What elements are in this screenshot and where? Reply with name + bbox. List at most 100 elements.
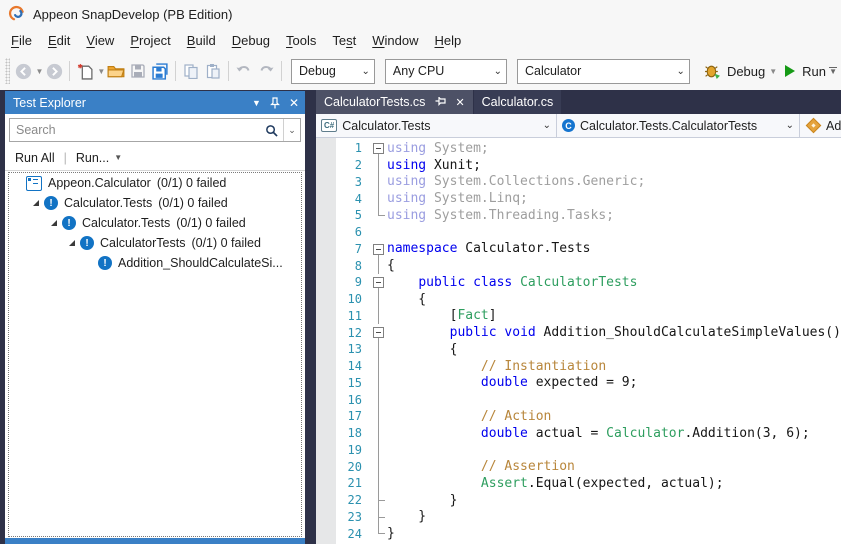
code-line[interactable]: 21 Assert.Equal(expected, actual); <box>336 475 841 492</box>
outline-collapse-icon[interactable] <box>370 274 387 291</box>
menu-debug[interactable]: Debug <box>224 30 278 51</box>
back-dropdown-icon[interactable]: ▼ <box>36 67 44 76</box>
code-line[interactable]: 17 // Action <box>336 408 841 425</box>
code-line[interactable]: 6 <box>336 224 841 241</box>
new-project-icon[interactable] <box>75 60 95 82</box>
menu-tools[interactable]: Tools <box>278 30 324 51</box>
menu-edit[interactable]: Edit <box>40 30 78 51</box>
bug-icon[interactable] <box>703 60 723 82</box>
code-line[interactable]: 23 } <box>336 508 841 526</box>
test-explorer-header[interactable]: Test Explorer ▼ ✕ <box>5 91 305 114</box>
search-options-icon[interactable]: ⌄ <box>283 119 300 141</box>
tab-calculator-cs[interactable]: Calculator.cs <box>473 90 562 114</box>
code-line[interactable]: 11 [Fact] <box>336 307 841 325</box>
expand-arrow-icon[interactable] <box>51 220 57 226</box>
close-icon[interactable]: ✕ <box>455 96 464 109</box>
code-navigation-bar: C# Calculator.Tests ⌄ C Calculator.Tests… <box>316 114 841 138</box>
test-tree-row[interactable]: Appeon.Calculator (0/1) 0 failed <box>9 173 301 193</box>
code-line[interactable]: 8{ <box>336 257 841 274</box>
forward-icon[interactable] <box>44 60 64 82</box>
new-dropdown-icon[interactable]: ▼ <box>97 67 105 76</box>
code-editor[interactable]: 1 using System; 2 using Xunit; 3 using System… <box>316 138 841 544</box>
code-line[interactable]: 4 using System.Linq; <box>336 190 841 207</box>
menu-project[interactable]: Project <box>122 30 178 51</box>
menu-window[interactable]: Window <box>364 30 426 51</box>
line-number: 16 <box>347 392 362 407</box>
code-line[interactable]: 19 <box>336 441 841 459</box>
run-all-button[interactable]: Run All <box>15 151 55 165</box>
outline-margin <box>370 156 387 174</box>
search-input[interactable]: Search ⌄ <box>9 118 301 142</box>
outline-collapse-icon[interactable] <box>370 241 387 258</box>
run-icon[interactable] <box>785 65 796 77</box>
save-icon[interactable] <box>128 60 148 82</box>
run-menu-dropdown-icon[interactable]: ▼ <box>114 153 122 162</box>
project-combo[interactable]: C# Calculator.Tests ⌄ <box>316 114 557 137</box>
close-icon[interactable]: ✕ <box>289 96 299 110</box>
code-line[interactable]: 15 double expected = 9; <box>336 374 841 392</box>
undo-icon[interactable] <box>234 60 254 82</box>
copy-icon[interactable] <box>181 60 201 82</box>
code-line[interactable]: 16 <box>336 391 841 408</box>
line-number: 8 <box>354 258 362 273</box>
paste-icon[interactable] <box>203 60 223 82</box>
overflow-icon[interactable]: ▼ <box>829 67 838 76</box>
test-tree-row[interactable]: ! Addition_ShouldCalculateSi... <box>9 253 301 273</box>
breakpoint-gutter[interactable] <box>316 138 336 544</box>
menu-file[interactable]: File <box>3 30 40 51</box>
save-all-icon[interactable] <box>150 60 170 82</box>
run-button[interactable]: Run <box>802 64 826 79</box>
app-logo-icon <box>8 5 26 23</box>
expand-arrow-icon[interactable] <box>69 240 75 246</box>
test-node-count: (0/1) 0 failed <box>191 236 261 250</box>
test-tree-row[interactable]: ! Calculator.Tests (0/1) 0 failed <box>9 193 301 213</box>
code-line[interactable]: 20 // Assertion <box>336 458 841 475</box>
toolbar-grip[interactable] <box>5 58 10 84</box>
outline-collapse-icon[interactable] <box>370 324 387 341</box>
code-line[interactable]: 12 public void Addition_ShouldCalculateS… <box>336 324 841 341</box>
back-icon[interactable] <box>14 60 34 82</box>
type-combo[interactable]: C Calculator.Tests.CalculatorTests ⌄ <box>557 114 800 137</box>
test-node-count: (0/1) 0 failed <box>176 216 246 230</box>
line-number: 12 <box>347 325 362 340</box>
member-combo[interactable]: Addition <box>800 114 841 137</box>
menu-build[interactable]: Build <box>179 30 224 51</box>
menu-view[interactable]: View <box>78 30 122 51</box>
expand-arrow-icon[interactable] <box>33 200 39 206</box>
code-line[interactable]: 13 { <box>336 341 841 358</box>
startup-project-combo[interactable]: Calculator ⌄ <box>516 58 690 84</box>
pin-icon[interactable] <box>435 97 447 107</box>
code-line[interactable]: 18 double actual = Calculator.Addition(3… <box>336 424 841 442</box>
test-node-count: (0/1) 0 failed <box>156 176 227 190</box>
search-icon[interactable] <box>260 124 283 137</box>
code-line[interactable]: 22 } <box>336 491 841 509</box>
debug-dropdown-icon[interactable]: ▼ <box>769 67 777 76</box>
test-node-count: (0/1) 0 failed <box>158 196 228 210</box>
code-line[interactable]: 24} <box>336 525 841 542</box>
line-number: 2 <box>354 158 362 173</box>
code-line[interactable]: 1 using System; <box>336 140 841 157</box>
code-line[interactable]: 7 namespace Calculator.Tests <box>336 241 841 258</box>
tab-calculatortests-cs[interactable]: CalculatorTests.cs ✕ <box>316 90 473 114</box>
code-line[interactable]: 9 public class CalculatorTests <box>336 274 841 291</box>
outline-collapse-icon[interactable] <box>370 140 387 157</box>
code-line[interactable]: 3 using System.Collections.Generic; <box>336 173 841 191</box>
code-line[interactable]: 14 // Instantiation <box>336 357 841 375</box>
debug-button[interactable]: Debug <box>727 64 765 79</box>
platform-combo[interactable]: Any CPU ⌄ <box>384 58 507 84</box>
configuration-combo[interactable]: Debug ⌄ <box>291 58 375 84</box>
code-line[interactable]: 2 using Xunit; <box>336 156 841 174</box>
chevron-down-icon: ⌄ <box>493 65 502 77</box>
menu-test[interactable]: Test <box>324 30 364 51</box>
pin-icon[interactable] <box>269 96 280 109</box>
menu-help[interactable]: Help <box>427 30 470 51</box>
window-position-icon[interactable]: ▼ <box>252 98 261 108</box>
run-menu-button[interactable]: Run... <box>76 151 109 165</box>
test-tree-row[interactable]: ! Calculator.Tests (0/1) 0 failed <box>9 213 301 233</box>
toolbar: ▼ ▼ Debug ⌄ Any CPU ⌄ Calculator ⌄ Debug… <box>0 52 841 90</box>
code-line[interactable]: 10 { <box>336 290 841 308</box>
open-folder-icon[interactable] <box>106 60 126 82</box>
redo-icon[interactable] <box>256 60 276 82</box>
test-tree-row[interactable]: ! CalculatorTests (0/1) 0 failed <box>9 233 301 253</box>
code-line[interactable]: 5 using System.Threading.Tasks; <box>336 207 841 224</box>
